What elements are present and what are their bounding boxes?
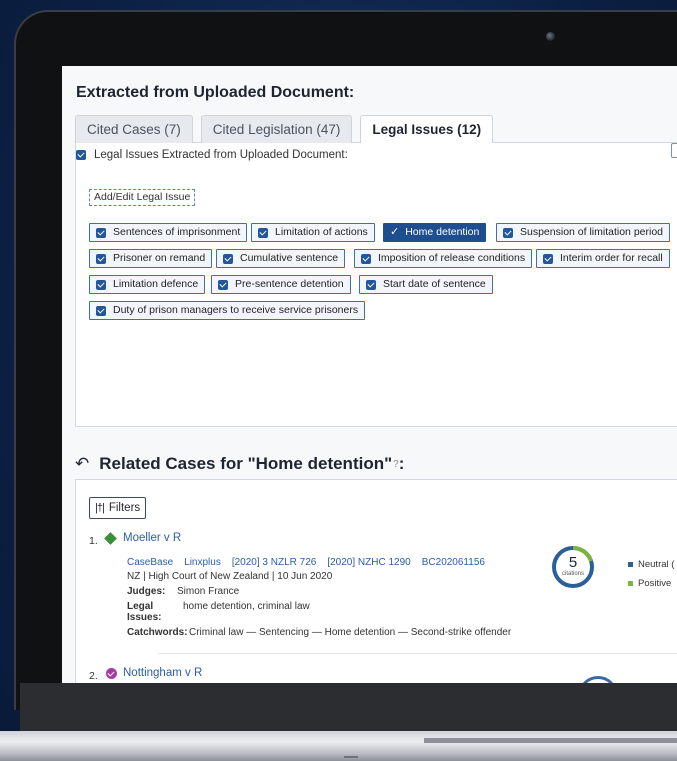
chip-limitation-defence[interactable]: Limitation defence (89, 275, 206, 294)
checkbox-icon (258, 227, 268, 238)
webcam-icon (546, 32, 555, 41)
checkbox-icon (96, 305, 106, 316)
tab-legal-issues[interactable]: Legal Issues (12) (360, 115, 494, 143)
related-cases-title: Related Cases for "Home detention" (99, 454, 393, 473)
judges-value: Simon France (177, 586, 240, 597)
case-status-check-icon (106, 667, 117, 679)
legend-label: Neutral ( (638, 559, 675, 570)
back-arrow-icon[interactable]: ↶ (75, 454, 89, 474)
legend-neutral: Neutral ( (628, 559, 674, 570)
chip-interim-order-for-recall[interactable]: Interim order for recall (536, 249, 670, 268)
chip-label: Pre-sentence detention (235, 278, 344, 290)
result-divider (158, 653, 677, 654)
filters-label: Filters (108, 502, 141, 514)
chip-label: Suspension of limitation period (520, 226, 664, 238)
citation-link[interactable]: [2020] NZHC 1290 (327, 557, 410, 568)
case-title-link[interactable]: Nottingham v R (106, 667, 202, 679)
judges-label: Judges: (127, 586, 166, 597)
chip-label: Home detention (405, 226, 480, 238)
chip-prisoner-on-remand[interactable]: Prisoner on remand (89, 249, 213, 268)
citation-link[interactable]: [2020] 3 NZLR 726 (232, 557, 317, 568)
catchwords-value: Criminal law — Sentencing — Home detenti… (189, 627, 512, 638)
catchwords-row: Catchwords: Criminal law — Sentencing — … (127, 627, 511, 638)
legal-issues-value: home detention, criminal law (183, 601, 310, 612)
related-cases-heading: ↶ Related Cases for "Home detention"?: (75, 454, 404, 474)
checkbox-icon (543, 253, 553, 264)
issues-heading: Legal Issues Extracted from Uploaded Doc… (94, 149, 348, 161)
laptop-chin (20, 683, 677, 731)
chip-imposition-of-release-conditions[interactable]: Imposition of release conditions (354, 249, 533, 268)
chip-sentences-of-imprisonment[interactable]: Sentences of imprisonment (89, 223, 248, 242)
checkbox-icon (96, 227, 106, 238)
tab-bar: Cited Cases (7) Cited Legislation (47) L… (75, 115, 501, 143)
laptop-base-notch (424, 738, 677, 743)
page-title: Extracted from Uploaded Document: (76, 84, 355, 101)
chip-start-date-of-sentence[interactable]: Start date of sentence (359, 275, 493, 294)
app-panel: Extracted from Uploaded Document: Cited … (62, 66, 677, 683)
checkbox-icon (96, 253, 106, 264)
case-number: 1. (89, 535, 98, 547)
checkmark-icon: ✓ (390, 226, 400, 238)
legal-issues-row: Legal Issues: home detention, criminal l… (127, 601, 511, 623)
chip-label: Limitation defence (113, 278, 199, 290)
case-title[interactable]: Nottingham v R (123, 667, 202, 679)
laptop-base (0, 731, 677, 761)
add-edit-legal-issue-button[interactable]: Add/Edit Legal Issue (89, 189, 196, 206)
chip-label: Prisoner on remand (113, 252, 206, 264)
case-title-link[interactable]: Moeller v R (104, 531, 181, 545)
case-number: 2. (89, 670, 98, 682)
chip-label: Duty of prison managers to receive servi… (113, 304, 359, 316)
screen: Extracted from Uploaded Document: Cited … (62, 66, 677, 683)
chip-home-detention[interactable]: ✓ Home detention (383, 223, 487, 242)
related-cases-suffix: : (398, 454, 405, 473)
chip-duty-of-prison-managers[interactable]: Duty of prison managers to receive servi… (89, 301, 366, 320)
laptop-base-dash (344, 756, 358, 758)
chip-label: Imposition of release conditions (378, 252, 526, 264)
legal-issues-label: Legal Issues: (127, 601, 162, 623)
checkbox-icon[interactable] (76, 150, 86, 160)
panel-toggle-button[interactable] (671, 143, 677, 158)
chip-label: Limitation of actions (275, 226, 368, 238)
case-status-diamond-icon (104, 531, 117, 545)
issues-header: Legal Issues Extracted from Uploaded Doc… (76, 149, 348, 161)
chip-label: Cumulative sentence (240, 252, 339, 264)
checkbox-icon (366, 279, 376, 290)
tab-cited-legislation[interactable]: Cited Legislation (47) (200, 115, 353, 143)
case-title[interactable]: Moeller v R (123, 532, 181, 544)
chip-limitation-of-actions[interactable]: Limitation of actions (251, 223, 375, 242)
chip-label: Interim order for recall (560, 252, 663, 264)
chip-label: Sentences of imprisonment (113, 226, 241, 238)
sliders-icon: |†| (95, 502, 105, 514)
court-line: NZ | High Court of New Zealand | 10 Jun … (127, 571, 333, 582)
neutral-swatch (628, 562, 633, 567)
source-link[interactable]: Linxplus (184, 557, 221, 568)
tab-cited-cases[interactable]: Cited Cases (7) (75, 115, 193, 143)
catchwords-label: Catchwords: (127, 627, 188, 638)
source-link[interactable]: CaseBase (127, 557, 173, 568)
chip-pre-sentence-detention[interactable]: Pre-sentence detention (211, 275, 351, 294)
checkbox-icon (223, 253, 233, 264)
legend-label: Positive (638, 578, 672, 589)
chip-suspension-of-limitation-period[interactable]: Suspension of limitation period (496, 223, 671, 242)
checkbox-icon (503, 227, 513, 238)
citations-label: citations (561, 571, 584, 577)
case-source-links: CaseBase Linxplus [2020] 3 NZLR 726 [202… (127, 557, 511, 568)
chip-label: Start date of sentence (383, 278, 486, 290)
citation-link[interactable]: BC202061156 (422, 557, 485, 568)
filters-button[interactable]: |†| Filters (89, 497, 147, 519)
legend-positive: Positive (628, 578, 671, 589)
checkbox-icon (218, 279, 228, 290)
case-meta: CaseBase Linxplus [2020] 3 NZLR 726 [202… (127, 557, 511, 638)
checkbox-icon (96, 279, 106, 290)
citations-count: 5 (568, 554, 578, 571)
judges-row: Judges: Simon France (127, 586, 511, 597)
positive-swatch (628, 581, 633, 586)
checkbox-icon (361, 253, 371, 264)
chip-cumulative-sentence[interactable]: Cumulative sentence (216, 249, 346, 268)
